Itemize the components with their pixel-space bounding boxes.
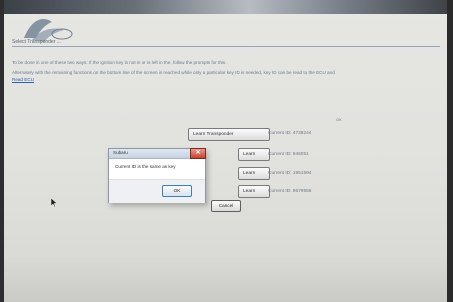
mouse-pointer-icon — [51, 198, 57, 207]
message-dialog: Subaru ✕ Current ID is the same as key O… — [108, 148, 206, 203]
instruction-text-2: Alternately with the remaining functions… — [12, 70, 335, 75]
dialog-body: Current ID is the same as key OK — [109, 159, 205, 203]
current-id-3: Current ID: 1951594 — [268, 171, 312, 176]
learn-button-4[interactable]: Learn — [238, 185, 270, 198]
current-id-4: Current ID: 9679556 — [268, 189, 312, 194]
monitor-bezel-right — [447, 0, 453, 302]
mini-label: OK — [336, 117, 342, 122]
dialog-title-bar[interactable]: Subaru ✕ — [109, 148, 206, 159]
ok-button[interactable]: OK — [162, 185, 192, 197]
learn-button-2[interactable]: Learn — [238, 148, 270, 161]
dialog-message: Current ID is the same as key — [115, 164, 176, 169]
subtab-label[interactable]: Select Transponder ... — [12, 39, 61, 45]
read-ecu-link[interactable]: Read ECU — [12, 77, 34, 82]
close-icon[interactable]: ✕ — [190, 148, 206, 159]
screen: Select Transponder ... To be done in one… — [0, 0, 453, 302]
current-id-2: Current ID: 946051 — [268, 152, 309, 157]
tab-divider — [12, 46, 440, 47]
instruction-text-1: To be done in one of these two ways: If … — [12, 60, 227, 65]
current-id-1: Current ID: 4738244 — [268, 131, 312, 136]
learn-button-3[interactable]: Learn — [238, 167, 270, 180]
monitor-bezel-left — [0, 0, 4, 302]
screen-vignette — [0, 255, 453, 302]
cancel-button[interactable]: Cancel — [211, 200, 241, 212]
read-ecu-line: Read ECU — [12, 77, 34, 82]
dialog-title: Subaru — [113, 150, 128, 155]
dialog-footer: OK — [109, 179, 205, 203]
instruction-text-2-body: Alternately with the remaining functions… — [12, 70, 335, 75]
learn-transponder-button-1[interactable]: Learn Transponder — [188, 128, 270, 141]
